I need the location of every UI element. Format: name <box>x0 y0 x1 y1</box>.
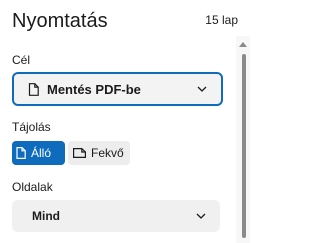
page-count: 15 lap <box>205 13 238 27</box>
scroll-up-arrow-icon[interactable] <box>239 42 247 47</box>
destination-select[interactable]: Mentés PDF-be <box>12 72 223 106</box>
destination-value: Mentés PDF-be <box>47 81 141 97</box>
orientation-portrait-button[interactable]: Álló <box>12 141 65 165</box>
landscape-label: Fekvő <box>91 146 124 160</box>
panel-title: Nyomtatás <box>12 10 108 32</box>
portrait-page-icon <box>16 147 26 159</box>
print-panel: Nyomtatás 15 lap Cél Mentés PDF-be Tájol… <box>0 0 250 243</box>
destination-label: Cél <box>12 53 31 67</box>
orientation-label: Tájolás <box>12 120 51 134</box>
scrollbar-thumb[interactable] <box>242 54 246 238</box>
document-icon <box>28 82 39 96</box>
pages-label: Oldalak <box>12 180 53 194</box>
pages-select[interactable]: Mind <box>12 200 220 232</box>
orientation-landscape-button[interactable]: Fekvő <box>68 141 130 165</box>
orientation-toggle: Álló Fekvő <box>12 141 130 165</box>
chevron-down-icon <box>197 86 207 92</box>
pages-value: Mind <box>32 209 60 223</box>
portrait-label: Álló <box>31 146 52 160</box>
chevron-down-icon <box>196 213 206 219</box>
landscape-page-icon <box>73 148 86 158</box>
